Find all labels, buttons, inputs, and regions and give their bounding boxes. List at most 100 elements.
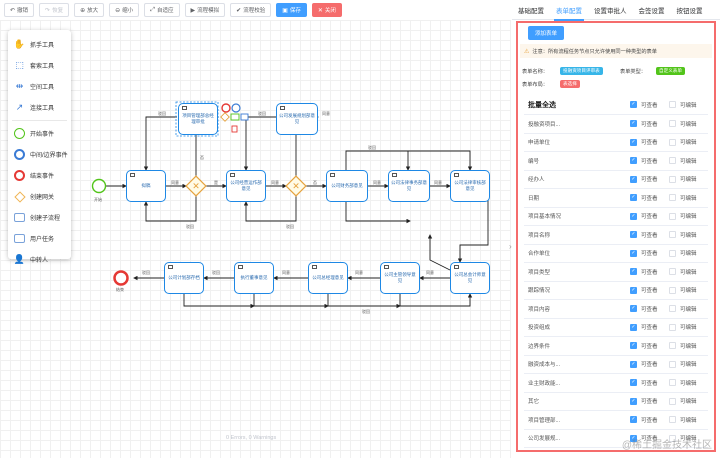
view-checkbox[interactable]: ✓ 可查看 [630,397,669,405]
view-checkbox[interactable]: ✓ 可查看 [630,157,669,165]
task-node[interactable]: 拟稿 [126,170,166,202]
tab-basic[interactable]: 基础配置 [512,5,550,15]
view-checkbox[interactable]: ✓ 可查看 [630,342,669,350]
field-name: 投融资项目... [528,121,561,128]
field-name: 项目基本情况 [528,214,562,221]
edit-checkbox[interactable]: 可编辑 [669,194,708,202]
edit-checkbox[interactable]: 可编辑 [669,416,708,424]
tab-countersign[interactable]: 会签设置 [633,5,671,15]
table-row: 跟踪情况 ✓ 可查看 可编辑 [524,282,708,300]
task-node[interactable]: 公司财务部意见 [326,170,368,202]
view-checkbox[interactable]: ✓ 可查看 [630,286,669,294]
zoom-out-button[interactable]: ⊖ 缩小 [109,3,140,17]
edit-checkbox[interactable]: 可编辑 [669,231,708,239]
table-row: 业主财政能... ✓ 可查看 可编辑 [524,374,708,393]
flow-label: 驳回 [142,270,150,275]
view-checkbox[interactable]: ✓ 可查看 [630,175,669,183]
tab-form[interactable]: 表单配置 [550,5,588,21]
redo-button[interactable]: ↷ 恢复 [39,3,70,17]
flow-label: 同意 [322,111,330,116]
view-checkbox[interactable]: ✓ 可查看 [630,120,669,128]
view-checkbox[interactable]: ✓ 可查看 [630,231,669,239]
user-task-icon [130,173,135,177]
user-task-icon [392,173,397,177]
task-node[interactable]: 公司法律审核部意见 [450,170,490,202]
tab-approver[interactable]: 设置审批人 [588,5,633,15]
edit-checkbox[interactable]: 可编辑 [669,120,708,128]
view-checkbox[interactable]: ✓ 可查看 [630,249,669,257]
checkbox-icon [669,194,676,202]
edit-checkbox[interactable]: 可编辑 [669,360,708,368]
checkbox-icon [669,249,676,257]
flow-label: 驳回 [362,309,370,314]
edit-checkbox[interactable]: 可编辑 [669,249,708,257]
save-button[interactable]: ▣ 保存 [276,3,307,17]
edit-checkbox[interactable]: 可编辑 [669,379,708,387]
form-name-label: 表单名称： [522,69,548,75]
zoom-in-button[interactable]: ⊕ 放大 [74,3,105,17]
edit-checkbox[interactable]: 可编辑 [669,268,708,276]
table-row: 申请单位 ✓ 可查看 可编辑 [524,134,708,152]
user-task-icon [312,265,317,269]
checkbox-icon [669,323,676,331]
checkbox-icon: ✓ [630,342,637,350]
edit-all-toggle[interactable]: 可编辑 [669,101,708,109]
simulate-button[interactable]: ▶ 流程模拟 [184,3,226,17]
task-node[interactable]: 公司主管领导意见 [380,262,420,294]
tab-buttons[interactable]: 按钮设置 [671,5,709,15]
close-button[interactable]: ✕ 关闭 [311,3,342,17]
checkbox-icon: ✓ [630,138,637,146]
svg-text:✕: ✕ [192,182,200,192]
table-row: 边界条件 ✓ 可查看 可编辑 [524,337,708,356]
edit-checkbox[interactable]: 可编辑 [669,138,708,146]
checkbox-icon: ✓ [630,305,637,313]
fit-button[interactable]: ⤢ 自适应 [144,3,180,17]
form-type-tag[interactable]: 自定义表单 [656,67,685,75]
view-checkbox[interactable]: ✓ 可查看 [630,379,669,387]
edit-checkbox[interactable]: 可编辑 [669,286,708,294]
user-task-icon [384,265,389,269]
edit-checkbox[interactable]: 可编辑 [669,342,708,350]
task-node[interactable]: 公司计划部存档 [164,262,204,294]
task-node[interactable]: 执行董事意见 [234,262,274,294]
view-checkbox[interactable]: ✓ 可查看 [630,305,669,313]
task-node[interactable]: 公司法律事务部意见 [388,170,430,202]
edit-checkbox[interactable]: 可编辑 [669,397,708,405]
error-status[interactable]: 0 Errors, 0 Warnings [226,435,276,441]
checkbox-icon: ✓ [630,323,637,331]
task-node[interactable]: 公司发展规划部意见 [276,103,318,135]
task-node[interactable]: 公司总经理意见 [308,262,348,294]
task-node[interactable]: 公司总会计师意见 [450,262,490,294]
edit-checkbox[interactable]: 可编辑 [669,323,708,331]
view-checkbox[interactable]: ✓ 可查看 [630,360,669,368]
edit-checkbox[interactable]: 可编辑 [669,157,708,165]
view-checkbox[interactable]: ✓ 可查看 [630,194,669,202]
flow-label: 驳回 [212,270,220,275]
view-all-toggle[interactable]: ✓ 可查看 [630,101,669,109]
task-node[interactable]: 公司经营运作部意见 [226,170,266,202]
add-form-button[interactable]: 添加表单 [528,26,565,40]
checkbox-icon [669,360,676,368]
checkbox-icon [669,157,676,165]
field-name: 公司发展规... [528,436,561,443]
edit-checkbox[interactable]: 可编辑 [669,305,708,313]
task-node[interactable]: 项目管理部总经理审批 [178,103,218,135]
table-row: 项目名称 ✓ 可查看 可编辑 [524,226,708,245]
edit-checkbox[interactable]: 可编辑 [669,212,708,220]
undo-button[interactable]: ↶ 撤销 [4,3,35,17]
view-checkbox[interactable]: ✓ 可查看 [630,416,669,424]
view-checkbox[interactable]: ✓ 可查看 [630,138,669,146]
view-checkbox[interactable]: ✓ 可查看 [630,212,669,220]
checkbox-icon [669,101,676,108]
form-name-tag[interactable]: 投融资项目评审表 [560,67,603,75]
table-row: 经办人 ✓ 可查看 可编辑 [524,171,708,189]
form-config-highlight: 添加表单 ⚠ 注意：所有流程任务节点只允许使用同一种类型的表单 表单名称： 投融资… [516,21,716,452]
view-checkbox[interactable]: ✓ 可查看 [630,323,669,331]
form-layout-tag[interactable]: 表选择 [560,80,580,88]
view-checkbox[interactable]: ✓ 可查看 [630,268,669,276]
table-row: 其它 ✓ 可查看 可编辑 [524,393,708,411]
validate-button[interactable]: ✔ 流程校验 [230,3,272,17]
toolbar: ↶ 撤销 ↷ 恢复 ⊕ 放大 ⊖ 缩小 ⤢ 自适应 ▶ 流程模拟 ✔ 流程校验 ▣ 保存 ✕ 关闭 [0,0,511,20]
edit-checkbox[interactable]: 可编辑 [669,175,708,183]
diagram-canvas[interactable]: ✋ 抓手工具 ⬚ 套索工具 ⇹ 空间工具 ↗ 连接工具 开始事件 中间/边界事件 结束事… [0,20,512,458]
